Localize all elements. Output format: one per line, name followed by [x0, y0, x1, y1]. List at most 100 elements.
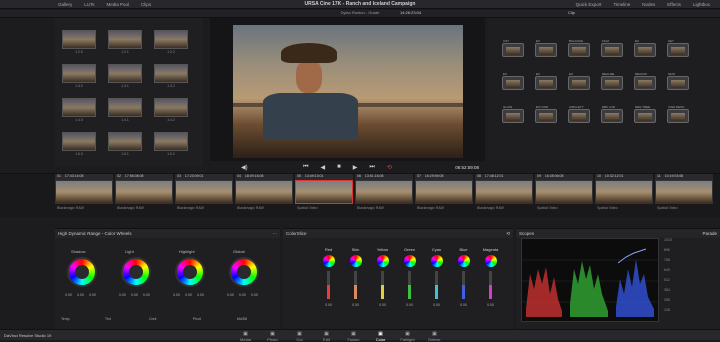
grade-node[interactable]: VIGN DESC: [667, 105, 689, 123]
grade-node[interactable]: FILM: [601, 39, 623, 57]
page-tab-color[interactable]: ▣ Color: [367, 331, 394, 342]
menu-item[interactable]: Effects: [667, 2, 681, 7]
node-label: GLOW: [503, 105, 513, 109]
gallery-still[interactable]: 1.2.0: [62, 30, 96, 56]
menu-item[interactable]: Timeline: [613, 2, 630, 7]
wheel-value[interactable]: 0.00: [119, 293, 126, 297]
grade-node[interactable]: EX: [535, 72, 557, 90]
gallery-still[interactable]: 1.4.0: [62, 98, 96, 124]
timeline-clip[interactable]: 11 10:19:03:08 Spatial Video: [655, 174, 713, 217]
wheel-value[interactable]: 0.00: [185, 293, 192, 297]
reset-icon[interactable]: ⟲: [506, 231, 510, 236]
color-wheel[interactable]: [67, 257, 97, 287]
wheel-value[interactable]: 0.00: [197, 293, 204, 297]
grade-node[interactable]: REGION: [634, 72, 656, 90]
skip-back-icon[interactable]: ⏮: [303, 164, 308, 171]
timeline-clip[interactable]: 06 13:51:16:08 Blackmagic RAW: [355, 174, 413, 217]
play-icon[interactable]: ▶: [353, 164, 358, 171]
timeline-clip[interactable]: 07 16:29:59:08 Blackmagic RAW: [415, 174, 473, 217]
timeline-clip[interactable]: 10 10:32:12:01 Spatial Video: [595, 174, 653, 217]
slice-slider[interactable]: [381, 271, 384, 299]
grade-node[interactable]: KEY: [667, 39, 689, 57]
loop-icon[interactable]: ⟲: [387, 164, 392, 171]
color-wheel[interactable]: [229, 257, 259, 287]
grade-node[interactable]: REALME: [601, 72, 623, 90]
volume-icon[interactable]: ◀): [241, 164, 248, 171]
color-slice-column[interactable]: Cyan 0.00: [423, 239, 450, 327]
page-tab-fusion[interactable]: ▣ Fusion: [340, 331, 367, 342]
page-tab-fairlight[interactable]: ▣ Fairlight: [394, 331, 421, 342]
viewer[interactable]: [210, 18, 485, 161]
wheel-value[interactable]: 0.00: [173, 293, 180, 297]
node-clip-label[interactable]: Clip: [568, 10, 575, 15]
menu-item[interactable]: Quick Export: [576, 2, 602, 7]
color-slice-column[interactable]: Skin 0.00: [342, 239, 369, 327]
wheel-value[interactable]: 0.00: [77, 293, 84, 297]
page-tab-cut[interactable]: ▣ Cut: [286, 331, 313, 342]
color-slice-column[interactable]: Red 0.00: [315, 239, 342, 327]
grade-node[interactable]: DEN TREE: [634, 105, 656, 123]
page-tab-photo[interactable]: ▣ Photo: [259, 331, 286, 342]
more-icon[interactable]: ···: [273, 231, 278, 236]
grade-node[interactable]: EX/ DSR: [535, 105, 557, 123]
slice-slider[interactable]: [354, 271, 357, 299]
grade-node[interactable]: EX: [634, 39, 656, 57]
reverse-icon[interactable]: ◀: [321, 164, 326, 171]
node-thumbnail: [671, 80, 685, 88]
grade-node[interactable]: EX: [568, 72, 590, 90]
timeline-clip[interactable]: 02 17:56:08:08 Blackmagic RAW: [115, 174, 173, 217]
gallery-still[interactable]: 1.3.0: [62, 64, 96, 90]
page-tab-deliver[interactable]: ▣ Deliver: [421, 331, 448, 342]
gallery-still[interactable]: 1.4.2: [154, 98, 188, 124]
timeline-clip[interactable]: 09 16:35:06:08 Spatial Video: [535, 174, 593, 217]
wheel-value[interactable]: 0.00: [65, 293, 72, 297]
color-wheel[interactable]: [175, 257, 205, 287]
wheel-value[interactable]: 0.00: [143, 293, 150, 297]
slice-slider[interactable]: [435, 271, 438, 299]
grade-node[interactable]: BALANCE: [568, 39, 590, 57]
wheel-value[interactable]: 0.00: [89, 293, 96, 297]
timeline-clip[interactable]: 03 17:23:09:01 Blackmagic RAW: [175, 174, 233, 217]
grade-node[interactable]: CIRCLETY: [568, 105, 590, 123]
grade-node[interactable]: EX: [502, 72, 524, 90]
skip-forward-icon[interactable]: ⏭: [369, 164, 374, 171]
wheel-value[interactable]: 0.00: [251, 293, 258, 297]
grade-node[interactable]: GLOW: [502, 105, 524, 123]
gallery-still[interactable]: 1.3.1: [108, 64, 142, 90]
menu-item[interactable]: Nodes: [642, 2, 655, 7]
menu-item[interactable]: Lightbox: [693, 2, 710, 7]
wheel-value[interactable]: 0.00: [239, 293, 246, 297]
gallery-still[interactable]: 1.5.1: [108, 132, 142, 158]
wheel-value[interactable]: 0.00: [227, 293, 234, 297]
page-tab-media[interactable]: ▣ Media: [232, 331, 259, 342]
stop-icon[interactable]: ■: [337, 164, 341, 170]
wheel-value[interactable]: 0.00: [131, 293, 138, 297]
gallery-still[interactable]: 1.4.1: [108, 98, 142, 124]
gallery-still[interactable]: 1.2.2: [154, 30, 188, 56]
color-slice-column[interactable]: Green 0.00: [396, 239, 423, 327]
node-editor[interactable]: CST EX BALANCE FILM EX KEY EX EX EX REALME REGION S…: [488, 18, 720, 161]
gallery-still[interactable]: 1.3.2: [154, 64, 188, 90]
color-slice-column[interactable]: Magenta 0.00: [477, 239, 504, 327]
grade-node[interactable]: EX: [535, 39, 557, 57]
gallery-still[interactable]: 1.2.1: [108, 30, 142, 56]
color-wheel[interactable]: [121, 257, 151, 287]
slice-slider[interactable]: [489, 271, 492, 299]
gallery-still[interactable]: 1.5.0: [62, 132, 96, 158]
parade-dropdown[interactable]: Parade: [702, 231, 717, 236]
slice-hue-icon: [484, 255, 497, 267]
timeline-clip[interactable]: 01 17:43:14:08 Blackmagic RAW: [55, 174, 113, 217]
slice-slider[interactable]: [327, 271, 330, 299]
slice-slider[interactable]: [408, 271, 411, 299]
gallery-still[interactable]: 1.5.2: [154, 132, 188, 158]
grade-node[interactable]: CST: [502, 39, 524, 57]
timeline-clip[interactable]: 05 13:49:13:01 Spatial Video: [295, 174, 353, 217]
grade-node[interactable]: EBK LOD: [601, 105, 623, 123]
timeline-clip[interactable]: 04 18:09:16:08 Blackmagic RAW: [235, 174, 293, 217]
slice-slider[interactable]: [462, 271, 465, 299]
timeline-clip[interactable]: 08 17:48:12:01 Blackmagic RAW: [475, 174, 533, 217]
color-slice-column[interactable]: Blue 0.00: [450, 239, 477, 327]
page-tab-edit[interactable]: ▣ Edit: [313, 331, 340, 342]
color-slice-column[interactable]: Yellow 0.00: [369, 239, 396, 327]
grade-node[interactable]: SKIN: [667, 72, 689, 90]
